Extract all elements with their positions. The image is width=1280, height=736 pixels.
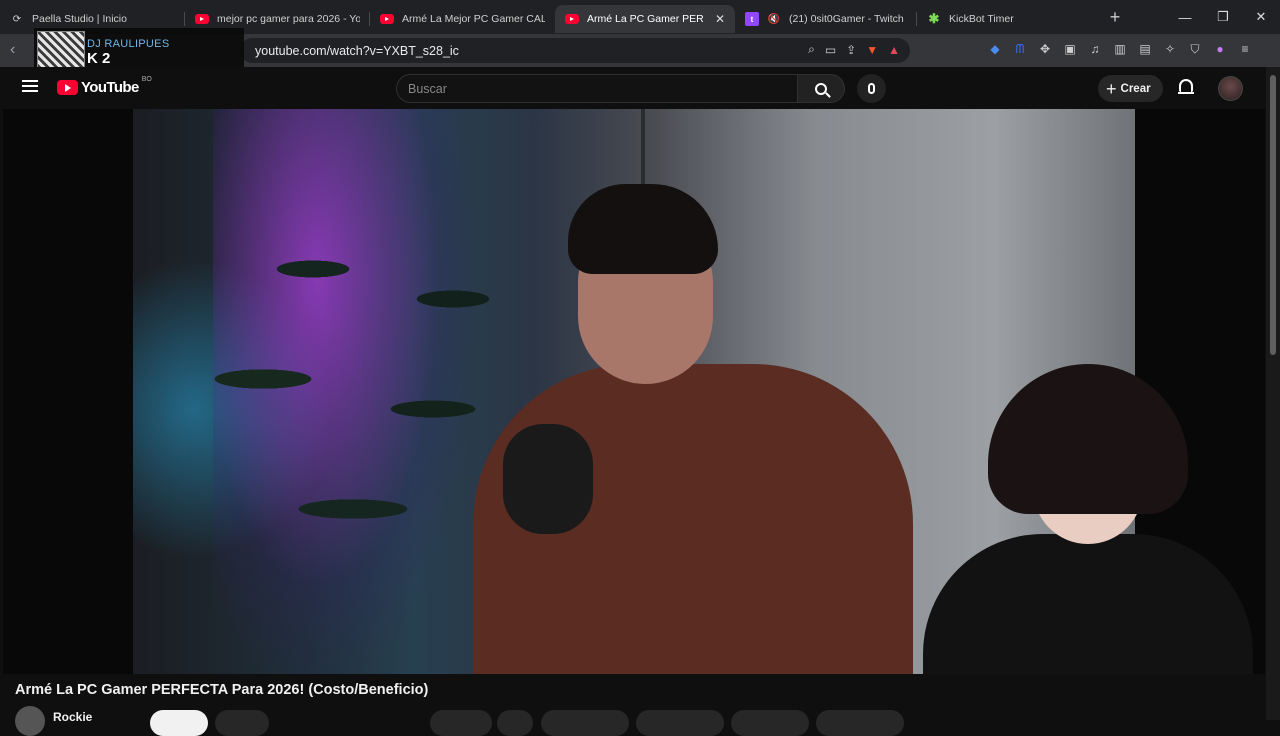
channel-row: Rockie — [15, 706, 92, 736]
like-button[interactable] — [430, 710, 492, 736]
search-icon — [815, 82, 827, 95]
tab-label: Armé La Mejor PC Gamer CALID — [402, 13, 545, 25]
twitch-icon: t — [745, 12, 759, 26]
extensions-puzzle-icon[interactable]: ✥ — [1038, 41, 1052, 57]
overlay-track: K 2 — [87, 49, 111, 67]
notifications-bell-icon[interactable] — [1178, 79, 1194, 97]
extension-shield-icon[interactable]: ◆ — [988, 41, 1002, 57]
paella-icon: ⟳ — [12, 13, 22, 25]
leo-ai-icon[interactable]: ✧ — [1163, 41, 1177, 57]
tab-twitch[interactable]: t 🔇 (21) 0sit0Gamer - Twitch — [735, 5, 917, 33]
close-window-icon[interactable]: ✕ — [1242, 0, 1280, 34]
channel-name[interactable]: Rockie — [53, 710, 92, 724]
brave-shield-icon[interactable]: ▼ — [866, 43, 878, 57]
presenter-image — [473, 184, 913, 674]
zoom-icon[interactable]: ⌕ — [808, 42, 815, 57]
youtube-wordmark: YouTube — [81, 79, 139, 96]
youtube-play-icon — [57, 80, 78, 95]
search-placeholder: Buscar — [408, 81, 447, 96]
create-button[interactable]: + Crear — [1098, 75, 1163, 102]
address-bar[interactable]: youtube.com/watch?v=YXBT_s28_ic ⌕ ▭ ⇪ ▼ … — [240, 38, 910, 63]
tab-label: KickBot Timer — [949, 13, 1014, 25]
video-title: Armé La PC Gamer PERFECTA Para 2026! (Co… — [15, 682, 429, 698]
restore-icon[interactable]: ❐ — [1204, 0, 1242, 34]
new-tab-icon[interactable]: + — [1099, 7, 1131, 28]
subscribe-button[interactable] — [150, 710, 208, 736]
account-avatar[interactable] — [1218, 76, 1243, 101]
menu-icon[interactable]: ≡ — [1238, 41, 1252, 57]
sidebar-icon[interactable]: ▥ — [1113, 41, 1127, 57]
clip-button[interactable] — [731, 710, 809, 736]
tab-label: mejor pc gamer para 2026 - You — [217, 13, 360, 25]
media-music-icon[interactable]: ♫ — [1088, 41, 1102, 57]
vpn-icon[interactable]: ⛉ — [1188, 41, 1202, 57]
youtube-icon — [565, 14, 579, 24]
url-text[interactable]: youtube.com/watch?v=YXBT_s28_ic — [255, 44, 459, 58]
youtube-icon — [195, 14, 209, 24]
video-player[interactable] — [3, 109, 1265, 674]
wallet-icon[interactable]: ▤ — [1138, 41, 1152, 57]
minimize-icon[interactable]: — — [1166, 0, 1204, 34]
muted-speaker-icon[interactable]: 🔇 — [767, 12, 781, 26]
channel-avatar[interactable] — [15, 706, 45, 736]
tab-label: Paella Studio | Inicio — [32, 13, 127, 25]
handheld-microphone-image — [503, 424, 593, 534]
tab-label: Armé La PC Gamer PERFECT — [587, 13, 703, 25]
close-tab-icon[interactable]: ✕ — [715, 12, 725, 26]
search-input[interactable]: Buscar — [396, 74, 798, 103]
back-arrow-icon[interactable]: ‹ — [10, 41, 15, 59]
tab-youtube-video-1[interactable]: Armé La Mejor PC Gamer CALID — [370, 5, 555, 33]
share-button[interactable] — [541, 710, 629, 736]
dislike-button[interactable] — [497, 710, 533, 736]
window-controls: — ❐ ✕ — [1166, 0, 1280, 34]
save-button[interactable] — [636, 710, 724, 736]
hamburger-menu-icon[interactable] — [22, 80, 38, 92]
kickbot-icon: ✱ — [928, 11, 940, 26]
plus-icon: + — [1106, 78, 1117, 99]
tab-youtube-video-active[interactable]: Armé La PC Gamer PERFECT ✕ — [555, 5, 735, 33]
scrollbar-thumb[interactable] — [1270, 75, 1276, 355]
tab-label: (21) 0sit0Gamer - Twitch — [789, 13, 904, 25]
download-button[interactable] — [816, 710, 904, 736]
screenshot-icon[interactable]: ▣ — [1063, 41, 1077, 57]
brave-rewards-icon[interactable]: ▲ — [888, 43, 900, 57]
microphone-icon — [868, 83, 875, 94]
page-scrollbar[interactable] — [1266, 67, 1280, 720]
search-button[interactable] — [797, 74, 845, 103]
create-label: Crear — [1120, 82, 1151, 95]
voice-search-button[interactable] — [857, 74, 886, 103]
youtube-masthead: YouTube BO Buscar + Crear — [0, 67, 1280, 109]
share-icon[interactable]: ⇪ — [846, 43, 856, 57]
youtube-icon — [380, 14, 394, 24]
cast-icon[interactable]: ▭ — [825, 43, 836, 57]
profile-icon[interactable]: ● — [1213, 41, 1227, 57]
join-button[interactable] — [215, 710, 269, 736]
tab-kickbot[interactable]: ✱ KickBot Timer — [917, 5, 1099, 33]
vtuber-avatar-image — [913, 364, 1263, 674]
overlay-artist: DJ RAULIPUES — [87, 37, 170, 50]
extension-m-icon[interactable]: ᗰ — [1013, 41, 1027, 57]
extensions-area: ◆ ᗰ ✥ ▣ ♫ ▥ ▤ ✧ ⛉ ● ≡ — [988, 41, 1252, 57]
youtube-logo[interactable]: YouTube BO — [57, 76, 152, 96]
country-code: BO — [141, 76, 152, 83]
